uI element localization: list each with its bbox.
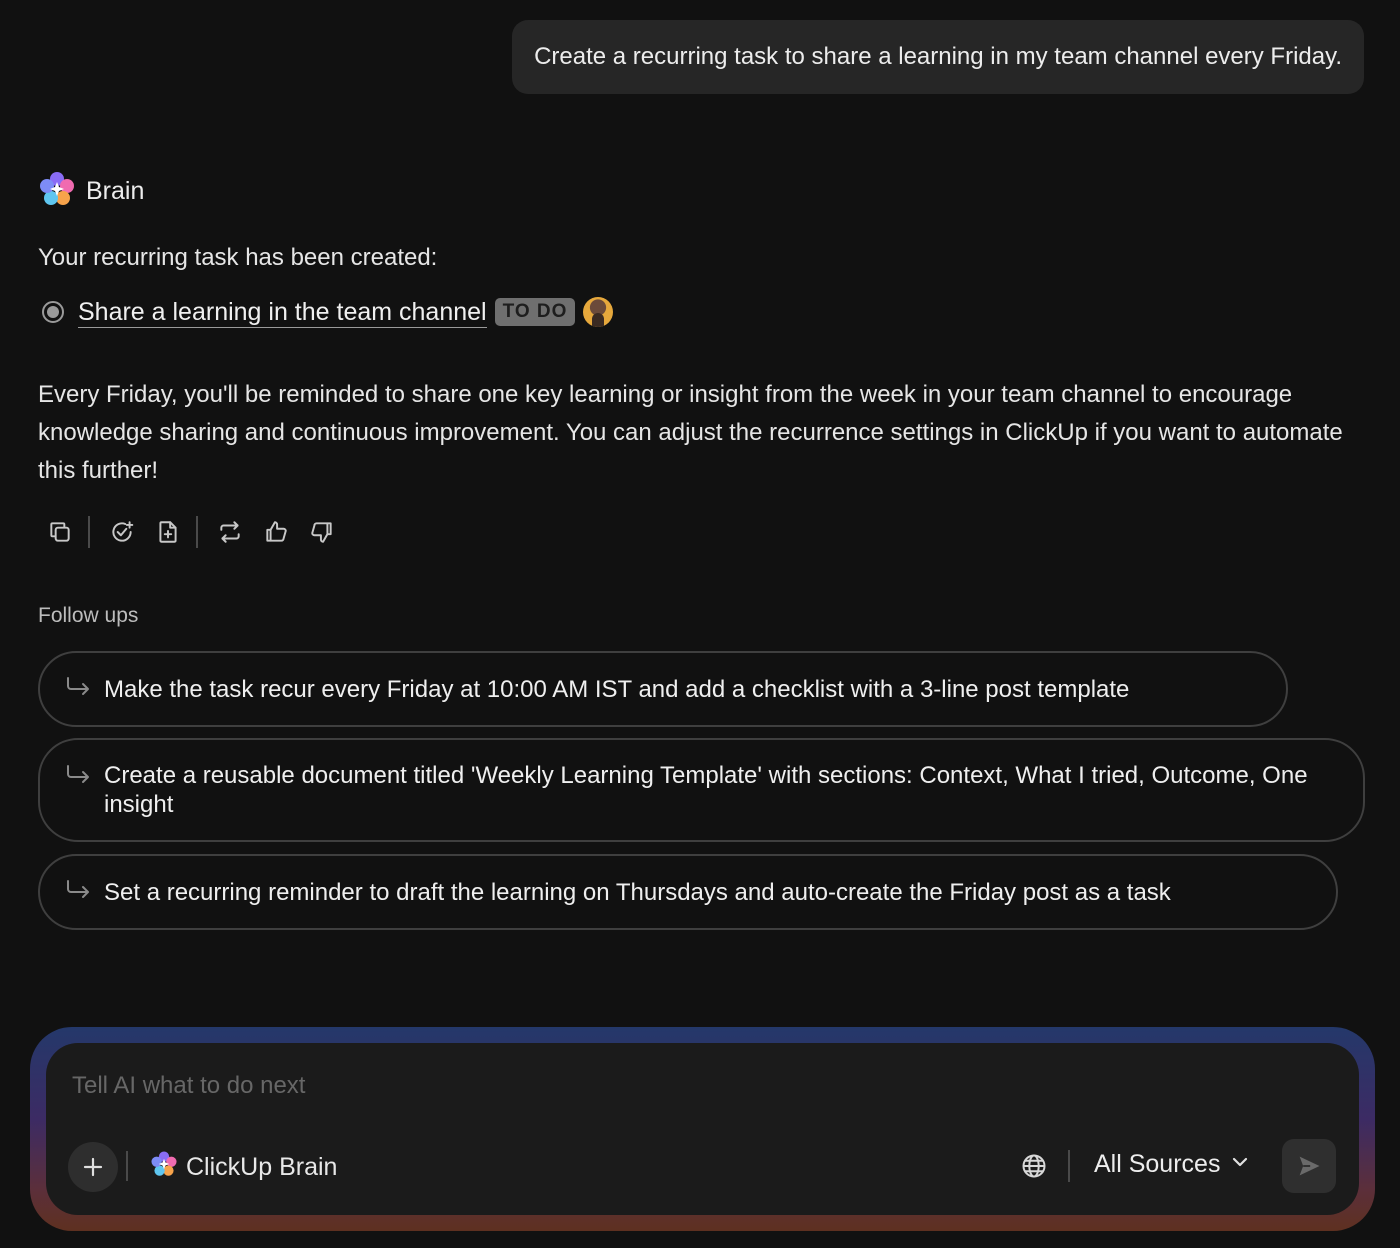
add-attachment-button[interactable]	[68, 1142, 118, 1192]
composer-divider	[126, 1151, 128, 1181]
plus-icon	[83, 1157, 103, 1177]
agent-selector[interactable]: ClickUp Brain	[150, 1150, 337, 1185]
assignee-avatar[interactable]	[583, 297, 614, 327]
reply-arrow-icon	[64, 674, 92, 705]
globe-icon[interactable]	[1020, 1152, 1048, 1180]
sources-label: All Sources	[1094, 1150, 1221, 1178]
brain-logo-icon	[150, 1150, 178, 1185]
prompt-input[interactable]: Tell AI what to do next	[72, 1072, 305, 1100]
task-link[interactable]: Share a learning in the team channel	[78, 297, 487, 328]
user-message-text: Create a recurring task to share a learn…	[534, 43, 1342, 70]
assistant-name: Brain	[86, 177, 145, 205]
sources-dropdown[interactable]: All Sources	[1094, 1150, 1250, 1179]
composer-box[interactable]	[46, 1043, 1359, 1215]
copy-icon[interactable]	[44, 516, 76, 548]
composer-divider	[1068, 1150, 1070, 1182]
follow-ups-label: Follow ups	[38, 604, 139, 627]
assistant-header: Brain	[38, 170, 144, 213]
follow-up-suggestion[interactable]: Make the task recur every Friday at 10:0…	[38, 651, 1288, 727]
follow-up-suggestion[interactable]: Set a recurring reminder to draft the le…	[38, 854, 1338, 930]
created-task-row: Share a learning in the team channel TO …	[42, 294, 614, 330]
thumbs-down-icon[interactable]	[306, 516, 338, 548]
create-task-icon[interactable]	[106, 516, 138, 548]
reply-arrow-icon	[64, 762, 92, 793]
user-message-bubble: Create a recurring task to share a learn…	[512, 20, 1364, 94]
send-button[interactable]	[1282, 1139, 1336, 1193]
status-badge[interactable]: TO DO	[494, 298, 576, 326]
follow-up-suggestion[interactable]: Create a reusable document titled 'Weekl…	[38, 738, 1365, 842]
assistant-response-text: Every Friday, you'll be reminded to shar…	[38, 381, 1343, 484]
agent-label: ClickUp Brain	[186, 1153, 338, 1181]
action-divider	[196, 516, 198, 548]
chevron-down-icon	[1230, 1150, 1250, 1179]
response-action-bar	[44, 512, 352, 552]
reply-arrow-icon	[64, 877, 92, 908]
action-divider	[88, 516, 90, 548]
follow-up-text: Set a recurring reminder to draft the le…	[104, 878, 1171, 906]
follow-up-text: Make the task recur every Friday at 10:0…	[104, 675, 1130, 703]
add-doc-icon[interactable]	[152, 516, 184, 548]
send-icon	[1299, 1156, 1320, 1176]
thumbs-up-icon[interactable]	[260, 516, 292, 548]
brain-logo-icon	[38, 170, 76, 213]
task-status-radio-icon[interactable]	[42, 301, 64, 323]
follow-up-text: Create a reusable document titled 'Weekl…	[104, 762, 1308, 818]
regenerate-icon[interactable]	[214, 516, 246, 548]
assistant-intro-text: Your recurring task has been created:	[38, 244, 438, 271]
